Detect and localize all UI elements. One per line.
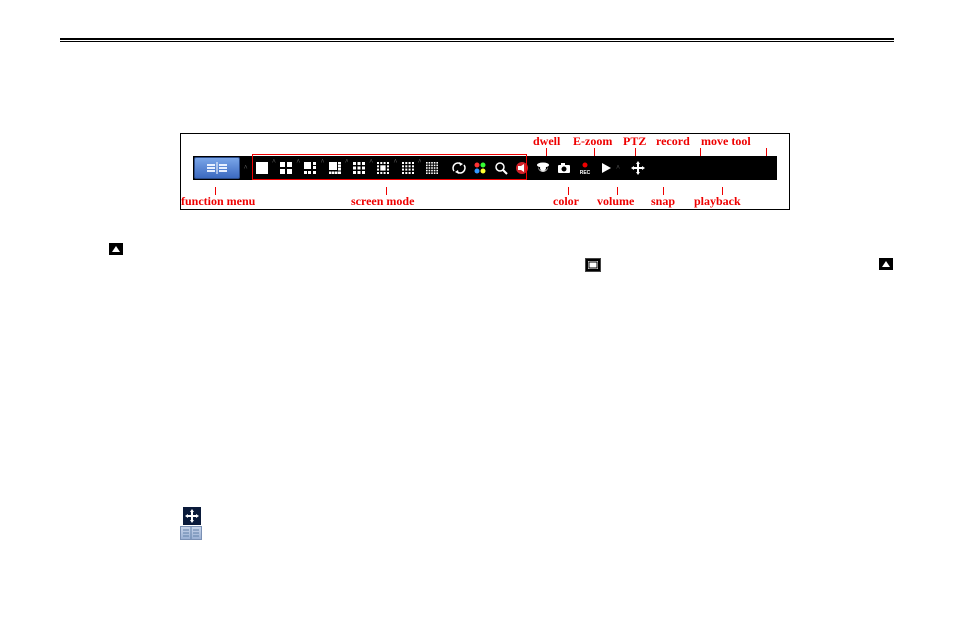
menu-icon <box>206 162 228 174</box>
label-playback: playback <box>694 194 741 209</box>
caret-icon: ^ <box>244 164 247 172</box>
page-rule-thick <box>60 38 894 40</box>
tick-ptz <box>635 148 636 156</box>
tick-move-tool <box>766 148 767 156</box>
move-tool-button[interactable] <box>628 158 649 178</box>
ptz-icon <box>536 161 550 175</box>
label-move-tool: move tool <box>701 134 751 149</box>
label-ptz: PTZ <box>623 134 646 149</box>
bottom-annotations: function menu screen mode color volume s… <box>181 191 789 209</box>
function-menu-button[interactable] <box>194 157 240 179</box>
caret-icon: ^ <box>616 164 619 172</box>
tick-dwell <box>546 148 547 156</box>
top-annotations: dwell E-zoom PTZ record move tool <box>181 134 789 152</box>
screen-mode-highlight-box <box>252 154 527 180</box>
screen-mode-icon-inline <box>585 258 601 272</box>
ptz-button[interactable] <box>532 158 553 178</box>
record-button[interactable]: REC <box>574 158 595 178</box>
tick-record <box>700 148 701 156</box>
label-ezoom: E-zoom <box>573 134 612 149</box>
playback-button[interactable] <box>595 158 616 178</box>
label-record: record <box>656 134 690 149</box>
svg-text:REC: REC <box>580 170 591 175</box>
label-volume: volume <box>597 194 634 209</box>
page-rule-thin <box>60 41 894 42</box>
snap-button[interactable] <box>553 158 574 178</box>
arrow-up-icon-inline-2 <box>879 258 893 270</box>
move-tool-icon-inline <box>183 507 201 525</box>
label-function-menu: function menu <box>181 194 255 209</box>
rec-icon: REC <box>578 161 592 175</box>
move-icon <box>631 161 645 175</box>
camera-icon <box>557 161 571 175</box>
toolbar-figure: dwell E-zoom PTZ record move tool ^ <box>180 133 790 210</box>
label-screen-mode: screen mode <box>351 194 414 209</box>
arrow-up-icon-inline-1 <box>109 243 123 255</box>
label-color: color <box>553 194 579 209</box>
tick-ezoom <box>594 148 595 156</box>
label-snap: snap <box>651 194 675 209</box>
label-dwell: dwell <box>533 134 560 149</box>
function-menu-icon-inline <box>180 526 202 540</box>
play-icon <box>600 162 612 174</box>
